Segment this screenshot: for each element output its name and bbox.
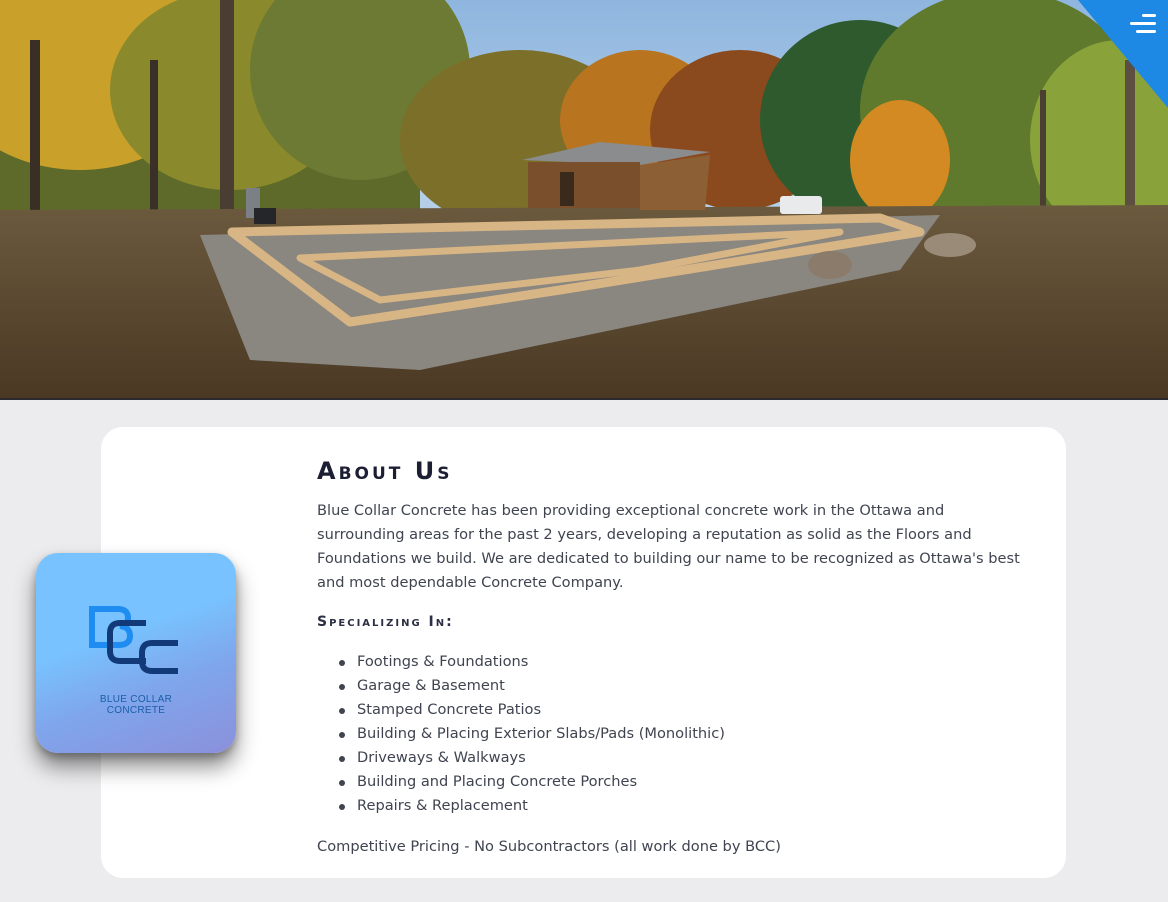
about-title: About Us [317, 457, 453, 485]
service-item: Building and Placing Concrete Porches [339, 770, 1027, 794]
company-logo: BLUE COLLAR CONCRETE [36, 553, 236, 753]
hamburger-menu-icon[interactable] [1130, 14, 1156, 38]
service-item: Driveways & Walkways [339, 746, 1027, 770]
service-item: Stamped Concrete Patios [339, 698, 1027, 722]
service-item: Repairs & Replacement [339, 794, 1027, 818]
service-item: Garage & Basement [339, 674, 1027, 698]
about-intro: Blue Collar Concrete has been providing … [317, 502, 1020, 591]
hero-photo [0, 0, 1168, 398]
service-item: Footings & Foundations [339, 650, 1027, 674]
about-content: About Us Blue Collar Concrete has been p… [317, 455, 1027, 859]
pricing-note: Competitive Pricing - No Subcontractors … [317, 838, 781, 855]
logo-text-line1: BLUE COLLAR [99, 694, 173, 705]
logo-text-line2: CONCRETE [106, 705, 166, 716]
specializing-heading: Specializing In: [317, 614, 454, 630]
service-item: Building & Placing Exterior Slabs/Pads (… [339, 722, 1027, 746]
bcc-logo-icon [89, 606, 178, 674]
services-list: Footings & Foundations Garage & Basement… [317, 650, 1027, 818]
menu-toggle-button[interactable] [1073, 0, 1168, 108]
hero-image [0, 0, 1168, 400]
